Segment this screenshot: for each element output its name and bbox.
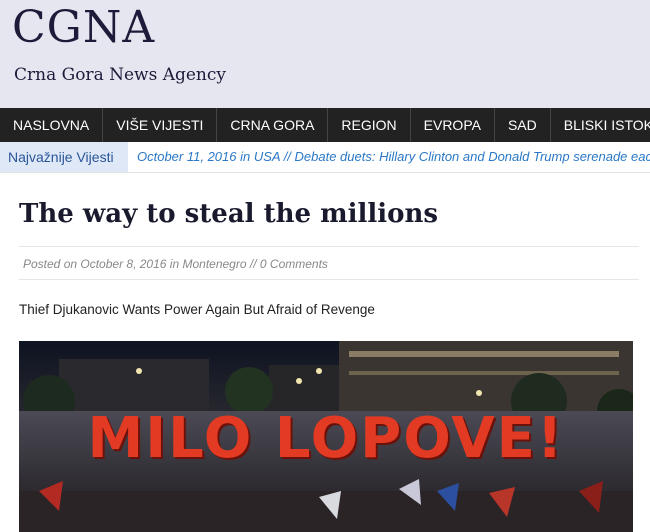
meta-posted-prefix: Posted on [23,257,78,271]
nav-item-naslovna[interactable]: NASLOVNA [0,108,104,142]
nav-item-region[interactable]: REGION [328,108,411,142]
nav-item-sad[interactable]: SAD [495,108,551,142]
article-subtitle: Thief Djukanovic Wants Power Again But A… [19,302,375,317]
site-header: CGNA Crna Gora News Agency [0,0,650,108]
divider [19,246,639,247]
site-logo[interactable]: CGNA [12,2,155,54]
nav-item-bliski-istok[interactable]: BLISKI ISTOK [551,108,650,142]
meta-separator: // [249,257,257,271]
article-photo: MILO LOPOVE! [19,341,633,532]
ticker-label: Najvažnije Vijesti [0,142,128,172]
site-tagline: Crna Gora News Agency [14,65,227,85]
meta-comments-link[interactable]: 0 Comments [260,257,328,271]
meta-in: in [169,257,180,271]
main-navigation: NASLOVNA VIŠE VIJESTI CRNA GORA REGION EVROP… [0,108,650,142]
meta-date-link[interactable]: October 8, 2016 [80,257,166,271]
article-title: The way to steal the millions [19,199,439,229]
breaking-news-ticker: Najvažnije Vijesti October 11, 2016 in U… [0,142,650,173]
nav-item-evropa[interactable]: EVROPA [411,108,495,142]
nav-item-vise-vijesti[interactable]: VIŠE VIJESTI [103,108,218,142]
nav-item-crna-gora[interactable]: CRNA GORA [217,108,329,142]
ticker-headline-link[interactable]: October 11, 2016 in USA // Debate duets:… [137,142,650,172]
photo-overlay-text: MILO LOPOVE! [87,406,565,471]
meta-category-link[interactable]: Montenegro [182,257,246,271]
divider [19,279,639,280]
article-meta: Posted on October 8, 2016 in Montenegro … [23,255,328,273]
